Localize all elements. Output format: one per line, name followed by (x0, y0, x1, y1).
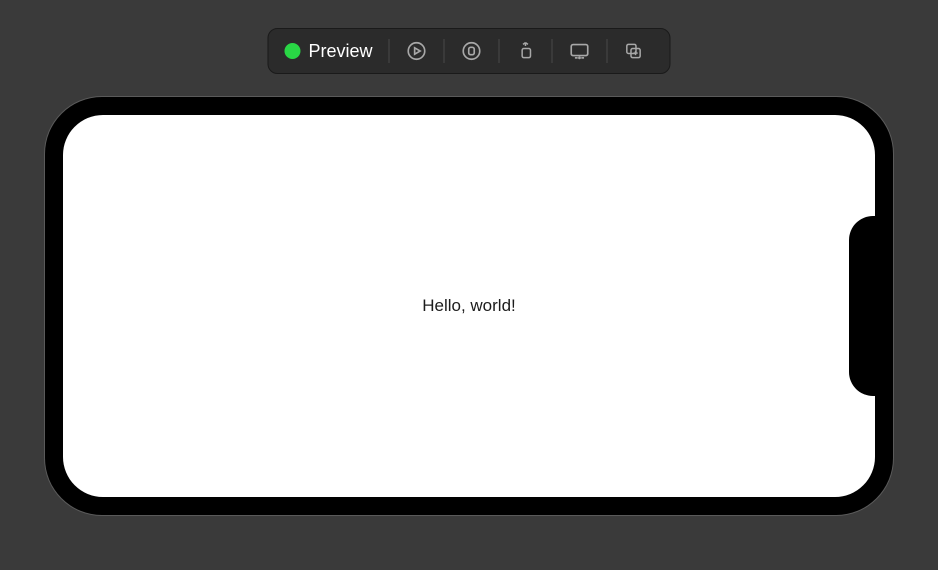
live-button[interactable] (390, 34, 444, 68)
selectable-button[interactable] (445, 34, 499, 68)
rotate-button[interactable] (500, 34, 552, 68)
preview-toolbar: Preview (267, 28, 670, 74)
content-label: Hello, world! (422, 296, 516, 316)
preview-canvas: Hello, world! (44, 96, 894, 516)
duplicate-plus-icon (624, 41, 644, 61)
device-notch (849, 216, 875, 396)
square-circle-icon (461, 40, 483, 62)
rotate-icon (516, 41, 536, 61)
live-status-dot (284, 43, 300, 59)
preview-label: Preview (308, 41, 372, 62)
device-screen[interactable]: Hello, world! (63, 115, 875, 497)
play-circle-icon (406, 40, 428, 62)
device-outer-frame: Hello, world! (44, 96, 894, 516)
device-settings-button[interactable] (553, 34, 607, 68)
preview-mode-button[interactable]: Preview (278, 34, 388, 68)
duplicate-preview-button[interactable] (608, 34, 660, 68)
display-icon (569, 40, 591, 62)
device-frame: Hello, world! (45, 97, 893, 515)
